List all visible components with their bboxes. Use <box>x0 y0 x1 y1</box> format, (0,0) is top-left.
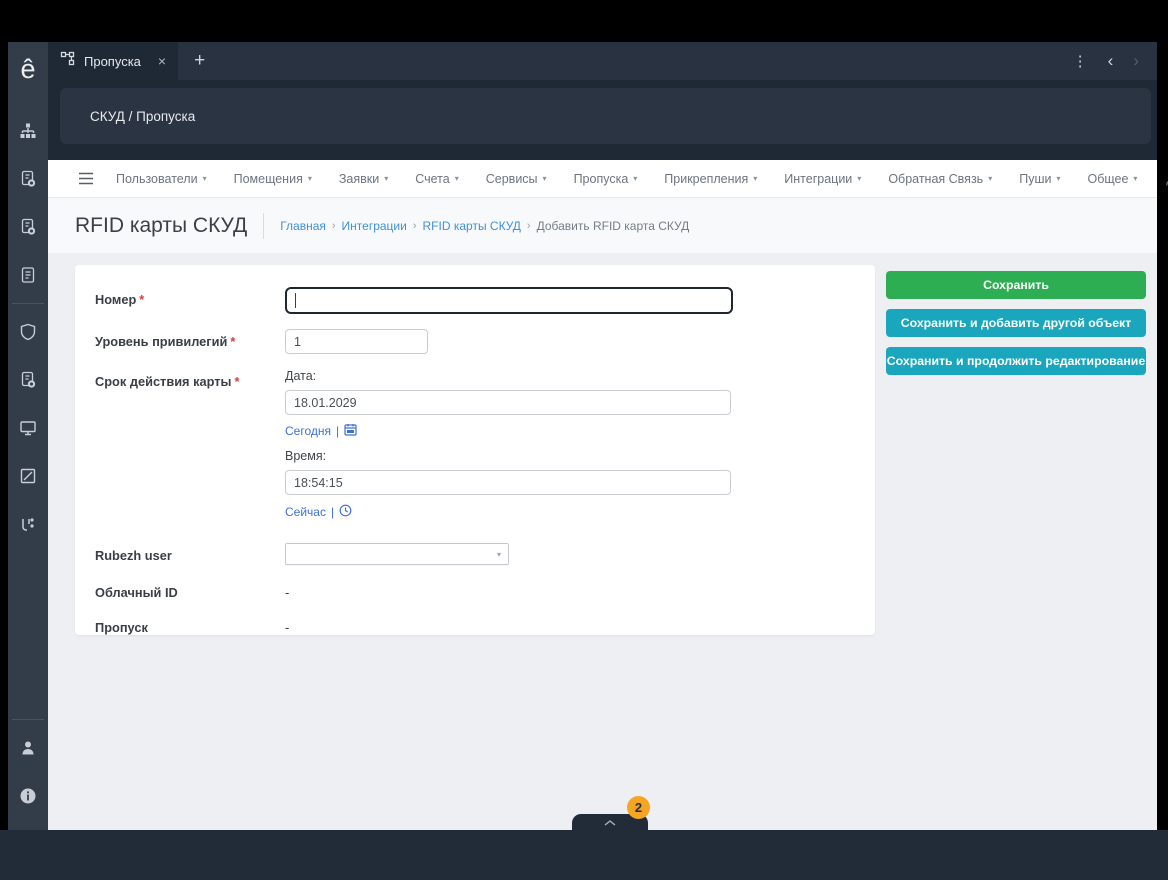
form-row-number: Номер * <box>95 287 855 314</box>
breadcrumb: Главная › Интеграции › RFID карты СКУД ›… <box>280 218 690 233</box>
pass-label: Пропуск <box>95 620 148 635</box>
header-panel: СКУД / Пропуска <box>60 88 1151 144</box>
save-and-continue-button[interactable]: Сохранить и продолжить редактирование <box>886 347 1146 375</box>
nav-item-passes[interactable]: Пропуска ▾ <box>574 172 638 186</box>
document-settings-icon-1[interactable] <box>8 155 48 203</box>
document-settings-icon-3[interactable] <box>8 356 48 404</box>
save-button[interactable]: Сохранить <box>886 271 1146 299</box>
nav-item-general[interactable]: Общее ▾ <box>1087 172 1137 186</box>
nav-item-pushes[interactable]: Пуши ▾ <box>1019 172 1060 186</box>
page-area: RFID карты СКУД Главная › Интеграции › R… <box>48 198 1157 830</box>
back-chevron-icon[interactable]: ‹ <box>1108 51 1114 71</box>
notification-badge[interactable]: 2 <box>627 796 650 819</box>
page-title: RFID карты СКУД <box>75 213 248 237</box>
cloud-id-value: - <box>285 585 290 600</box>
text-cursor <box>295 293 296 308</box>
time-input[interactable] <box>285 470 731 495</box>
nav-item-services[interactable]: Сервисы ▾ <box>486 172 547 186</box>
breadcrumb-integrations[interactable]: Интеграции <box>342 219 407 233</box>
breadcrumb-rfid[interactable]: RFID карты СКУД <box>423 219 521 233</box>
header-breadcrumb: СКУД / Пропуска <box>90 108 196 124</box>
form-row-validity: Срок действия карты* Дата: Сегодня | <box>95 369 855 521</box>
dark-header: СКУД / Пропуска <box>48 80 1157 160</box>
time-label: Время: <box>285 449 327 463</box>
breadcrumb-home[interactable]: Главная <box>280 219 326 233</box>
nav-item-integrations[interactable]: Интеграции ▾ <box>784 172 861 186</box>
form-row-pass: Пропуск - <box>95 615 855 635</box>
bottom-bar <box>0 830 1168 880</box>
shield-icon[interactable] <box>8 308 48 356</box>
form-row-privilege: Уровень привилегий * <box>95 329 855 354</box>
number-input[interactable] <box>285 287 733 314</box>
sidebar-divider <box>12 303 44 304</box>
nav-item-attachments[interactable]: Прикрепления ▾ <box>664 172 757 186</box>
required-mark: * <box>234 374 240 389</box>
title-divider <box>263 212 265 239</box>
main-nav: Пользователи ▾ Помещения ▾ Заявки ▾ Счета ▾ … <box>48 160 1168 198</box>
canvas-icon[interactable] <box>8 452 48 500</box>
sitemap-icon <box>60 51 75 71</box>
tab-close-icon[interactable]: × <box>158 53 166 69</box>
privilege-label: Уровень привилегий * <box>95 334 236 349</box>
chevron-up-icon <box>604 813 616 831</box>
tab-bar: Пропуска × + ⋮ ‹ › <box>48 42 1157 80</box>
clock-icon[interactable] <box>339 504 352 520</box>
date-input[interactable] <box>285 390 731 415</box>
org-structure-icon[interactable] <box>8 107 48 155</box>
app-logo: ê <box>20 54 36 84</box>
save-and-add-button[interactable]: Сохранить и добавить другой объект <box>886 309 1146 337</box>
user-profile-icon[interactable] <box>8 724 48 772</box>
rubezh-user-select[interactable]: ▾ <box>285 543 509 565</box>
nav-item-premises[interactable]: Помещения ▾ <box>234 172 312 186</box>
forward-chevron-icon[interactable]: › <box>1133 51 1139 71</box>
number-label: Номер * <box>95 292 145 307</box>
kebab-menu-icon[interactable]: ⋮ <box>1073 52 1088 70</box>
nav-item-requests[interactable]: Заявки ▾ <box>339 172 388 186</box>
tab-controls: ⋮ ‹ › <box>1073 42 1157 80</box>
title-band: RFID карты СКУД Главная › Интеграции › R… <box>48 198 1157 253</box>
hamburger-icon[interactable] <box>78 172 94 185</box>
now-link[interactable]: Сейчас | <box>285 504 352 520</box>
account-icon[interactable] <box>1164 171 1168 187</box>
rubezh-label: Rubezh user <box>95 548 172 563</box>
required-mark: * <box>230 334 236 349</box>
info-icon[interactable] <box>8 772 48 820</box>
privilege-input[interactable] <box>285 329 428 354</box>
sidebar-divider-bottom <box>12 719 44 720</box>
document-settings-icon-2[interactable] <box>8 203 48 251</box>
document-icon[interactable] <box>8 251 48 299</box>
date-label: Дата: <box>285 369 317 383</box>
today-link[interactable]: Сегодня | <box>285 423 357 439</box>
form-card: Номер* Уровень привилегий* Срок действия… <box>75 265 875 635</box>
form-row-rubezh: Rubezh user ▾ <box>95 543 855 565</box>
new-tab-button[interactable]: + <box>178 42 221 80</box>
chevron-down-icon: ▾ <box>496 549 501 559</box>
nav-item-users[interactable]: Пользователи ▾ <box>116 172 207 186</box>
calendar-icon[interactable] <box>344 423 357 439</box>
monitor-icon[interactable] <box>8 404 48 452</box>
validity-label: Срок действия карты * <box>95 374 240 389</box>
tab-title: Пропуска <box>84 53 141 69</box>
tab-propuska[interactable]: Пропуска × <box>48 42 179 80</box>
breadcrumb-current: Добавить RFID карта СКУД <box>536 218 690 233</box>
pipeline-icon[interactable] <box>8 500 48 548</box>
required-mark: * <box>139 292 145 307</box>
pass-value: - <box>285 620 290 635</box>
form-row-cloud-id: Облачный ID - <box>95 580 855 600</box>
sidebar: ê <box>8 42 48 830</box>
nav-item-feedback[interactable]: Обратная Связь ▾ <box>888 172 992 186</box>
action-buttons: Сохранить Сохранить и добавить другой об… <box>886 271 1146 375</box>
nav-item-accounts[interactable]: Счета ▾ <box>415 172 459 186</box>
cloud-id-label: Облачный ID <box>95 585 178 600</box>
